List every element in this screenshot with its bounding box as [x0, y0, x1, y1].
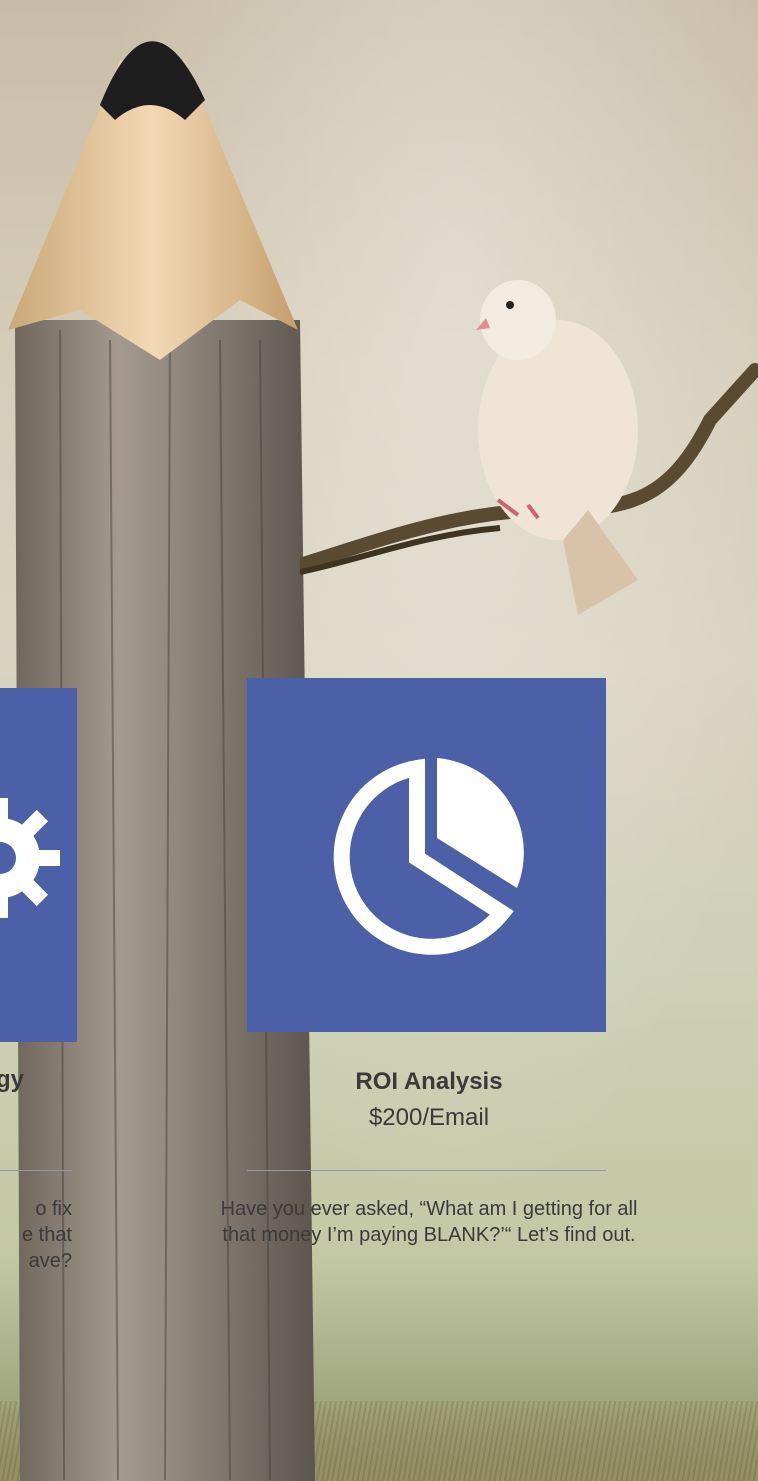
service-description-partial: o fix e that ave?	[21, 1198, 72, 1272]
service-title-partial: gy	[0, 1066, 25, 1093]
gear-icon	[0, 798, 60, 918]
service-card-roi-analysis[interactable]	[247, 678, 606, 1032]
divider	[0, 1170, 72, 1171]
service-description: Have you ever asked, “What am I getting …	[220, 1198, 638, 1246]
service-card-strategy[interactable]	[0, 688, 77, 1042]
service-title: ROI Analysis	[355, 1068, 503, 1095]
service-price: $200/Email	[368, 1104, 490, 1131]
dove-image	[476, 280, 638, 615]
divider	[247, 1170, 606, 1171]
pie-chart-icon	[333, 758, 524, 955]
